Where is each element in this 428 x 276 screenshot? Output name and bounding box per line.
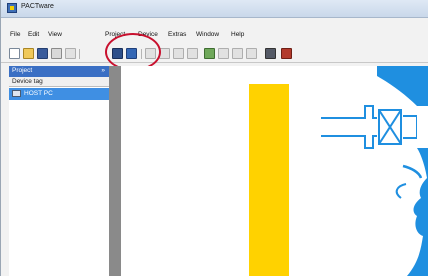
project-panel: Project » Device tag HOST PC <box>9 66 109 276</box>
save-icon[interactable] <box>37 48 48 59</box>
tree-item-host-pc[interactable]: HOST PC <box>9 88 109 100</box>
pactware-app-icon <box>7 3 17 13</box>
menu-edit[interactable]: Edit <box>28 31 39 38</box>
project-panel-header: Project » <box>9 66 109 77</box>
workspace <box>121 66 428 276</box>
toolbar-separator <box>79 49 80 59</box>
project-icon-d[interactable] <box>187 48 198 59</box>
project-icon-c[interactable] <box>173 48 184 59</box>
title-bar: PACTware <box>1 0 428 18</box>
menu-window[interactable]: Window <box>196 31 219 38</box>
pin-icon[interactable]: » <box>101 67 105 74</box>
report-icon[interactable] <box>265 48 276 59</box>
device-tag-column-header[interactable]: Device tag <box>9 77 109 87</box>
splash-logo-art <box>321 66 428 276</box>
project-tree: HOST PC <box>9 87 109 276</box>
computer-icon <box>12 90 21 97</box>
print-preview-icon[interactable] <box>65 48 76 59</box>
exit-icon[interactable] <box>281 48 292 59</box>
menu-help[interactable]: Help <box>231 31 244 38</box>
device-down-icon[interactable] <box>246 48 257 59</box>
menu-view[interactable]: View <box>48 31 62 38</box>
print-icon[interactable] <box>51 48 62 59</box>
menu-extras[interactable]: Extras <box>168 31 186 38</box>
window-title: PACTware <box>21 3 54 10</box>
new-document-icon[interactable] <box>9 48 20 59</box>
pactware-window: PACTware File Edit View Project Device E… <box>0 0 428 276</box>
menu-bar: File Edit View Project Device Extras Win… <box>1 31 428 43</box>
device-remove-icon[interactable] <box>218 48 229 59</box>
open-folder-icon[interactable] <box>23 48 34 59</box>
column-label: Device tag <box>12 78 43 85</box>
panel-splitter[interactable] <box>109 66 121 276</box>
project-panel-title: Project <box>12 67 33 74</box>
menu-file[interactable]: File <box>10 31 20 38</box>
tree-item-label: HOST PC <box>24 90 53 97</box>
device-up-icon[interactable] <box>232 48 243 59</box>
toolbar <box>1 46 428 63</box>
device-add-icon[interactable] <box>204 48 215 59</box>
